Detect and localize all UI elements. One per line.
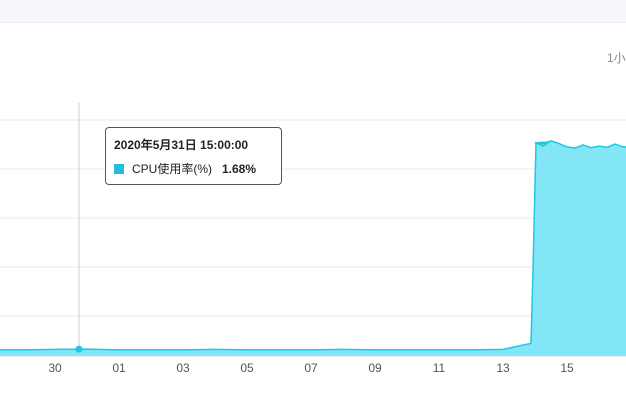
tooltip-row: CPU使用率(%) 1.68%: [114, 160, 273, 177]
hover-point-marker: [75, 345, 83, 353]
tooltip-series-swatch: [114, 163, 124, 174]
cpu-usage-chart: 30 01 03 05 07 09 11 13 15: [0, 103, 626, 375]
x-tick-label: 03: [176, 361, 190, 375]
chart-tooltip: 2020年5月31日 15:00:00 CPU使用率(%) 1.68%: [105, 127, 282, 185]
x-tick-label: 01: [112, 361, 126, 375]
x-tick-label: 15: [560, 361, 574, 375]
x-tick-label: 13: [496, 361, 510, 375]
x-tick-label: 11: [433, 361, 446, 375]
tooltip-timestamp: 2020年5月31日 15:00:00: [114, 138, 249, 152]
tooltip-series-name: CPU使用率(%): [132, 162, 212, 176]
x-tick-label: 07: [304, 361, 318, 375]
x-tick-label: 09: [368, 361, 382, 375]
x-tick-label: 30: [48, 361, 62, 375]
tooltip-value: 1.68%: [222, 161, 257, 176]
series-line: [0, 139, 626, 351]
x-tick-label: 05: [240, 361, 254, 375]
